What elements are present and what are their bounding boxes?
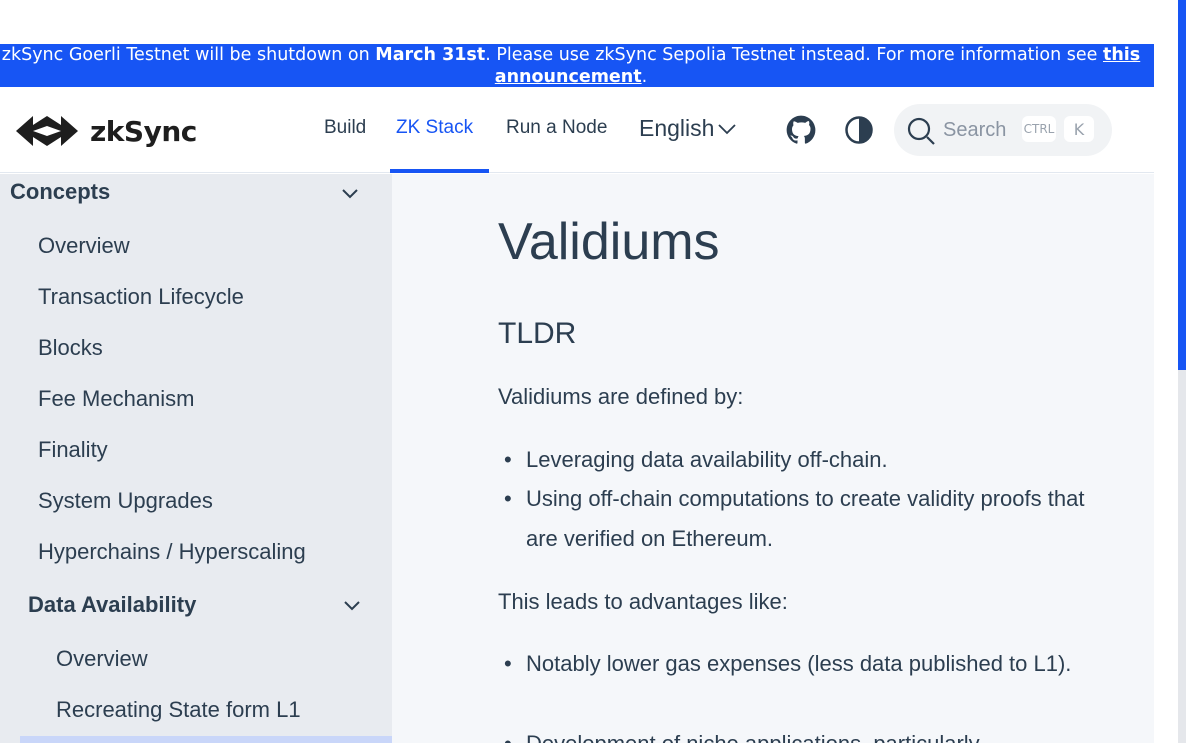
banner-suffix: .: [641, 67, 648, 87]
kbd-k: K: [1064, 116, 1094, 142]
zksync-logo-icon: [16, 116, 78, 146]
sidebar-item-finality[interactable]: Finality: [38, 437, 108, 463]
theme-toggle-icon[interactable]: [844, 115, 874, 145]
banner-date: March 31st: [375, 45, 486, 65]
list-item: Using off-chain computations to create v…: [498, 479, 1098, 559]
sidebar-item-fee-mechanism[interactable]: Fee Mechanism: [38, 386, 195, 412]
home-logo[interactable]: zkSync: [16, 111, 197, 151]
sidebar-subitem-recreating-state[interactable]: Recreating State form L1: [56, 697, 301, 723]
nav-build[interactable]: Build: [324, 117, 366, 139]
list-item: Development of niche applications, parti…: [498, 724, 1118, 743]
list-item: Notably lower gas expenses (less data pu…: [498, 644, 1108, 684]
intro-paragraph: Validiums are defined by:: [498, 384, 744, 409]
language-label: English: [639, 115, 715, 141]
top-navbar: zkSync Build ZK Stack Run a Node English…: [0, 87, 1154, 173]
chevron-down-icon[interactable]: [342, 596, 362, 616]
kbd-ctrl: CTRL: [1022, 116, 1056, 142]
page-scrollbar-thumb[interactable]: [1178, 0, 1186, 370]
sidebar-item-blocks[interactable]: Blocks: [38, 335, 103, 361]
sidebar: Concepts Overview Transaction Lifecycle …: [0, 174, 392, 743]
list-item: Leveraging data availability off-chain.: [498, 440, 1098, 480]
chevron-down-icon[interactable]: [340, 184, 360, 204]
sidebar-item-system-upgrades[interactable]: System Upgrades: [38, 488, 213, 514]
logo-text: zkSync: [90, 114, 197, 148]
search-box[interactable]: Search CTRL K: [894, 104, 1112, 156]
search-icon: [907, 117, 935, 145]
sidebar-active-item-highlight[interactable]: [20, 736, 392, 743]
language-selector[interactable]: English: [639, 115, 737, 142]
main-content: Validiums TLDR Validiums are defined by:…: [392, 174, 1154, 743]
page-scrollbar-rest: [1178, 370, 1186, 743]
sidebar-item-transaction-lifecycle[interactable]: Transaction Lifecycle: [38, 284, 244, 310]
banner-text-middle: . Please use zkSync Sepolia Testnet inst…: [485, 45, 1103, 65]
nav-run-a-node[interactable]: Run a Node: [506, 117, 607, 139]
chevron-down-icon: [718, 123, 737, 134]
github-icon[interactable]: [786, 115, 816, 145]
advantages-paragraph: This leads to advantages like:: [498, 589, 788, 614]
section-heading-tldr: TLDR: [498, 317, 577, 350]
sidebar-subsection-data-availability[interactable]: Data Availability: [28, 592, 196, 618]
nav-zk-stack[interactable]: ZK Stack: [396, 117, 473, 139]
active-nav-indicator: [390, 169, 489, 173]
sidebar-subitem-overview[interactable]: Overview: [56, 646, 148, 672]
page-title: Validiums: [498, 213, 720, 271]
sidebar-section-concepts[interactable]: Concepts: [10, 179, 110, 205]
announcement-banner: zkSync Goerli Testnet will be shutdown o…: [0, 44, 1154, 87]
search-placeholder: Search: [943, 119, 1007, 141]
banner-text: zkSync Goerli Testnet will be shutdown o…: [1, 45, 376, 65]
sidebar-item-hyperchains[interactable]: Hyperchains / Hyperscaling: [38, 539, 306, 565]
sidebar-item-overview[interactable]: Overview: [38, 233, 130, 259]
